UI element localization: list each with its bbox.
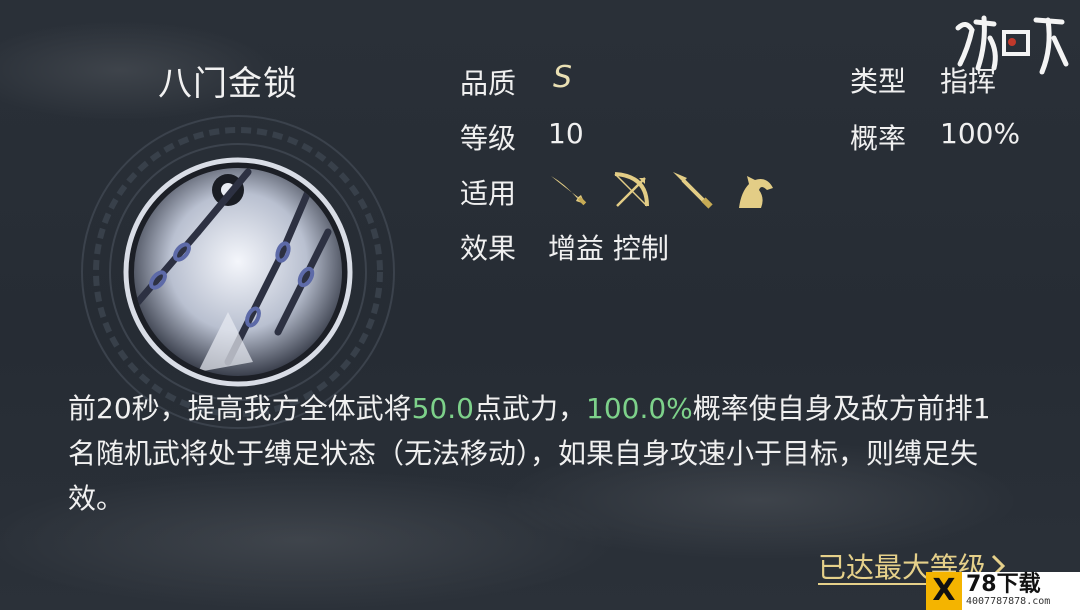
site-watermark: X 78下载 4007787878.com	[926, 572, 1080, 610]
skill-emblem-icon	[81, 115, 395, 429]
chance-value: 100%	[940, 117, 1021, 150]
type-label: 类型	[850, 65, 907, 98]
watermark-x-icon: X	[926, 572, 962, 610]
level-label: 等级	[460, 122, 517, 155]
quality-label: 品质	[460, 67, 517, 100]
applicable-units	[545, 168, 777, 214]
description-text-1: 前20秒，提高我方全体武将	[68, 392, 412, 425]
spear-icon	[673, 172, 713, 209]
skill-title: 八门金锁	[158, 64, 298, 104]
description-value-force: 50.0	[411, 392, 474, 425]
quality-value: S	[553, 60, 573, 95]
watermark-sub: 4007787878.com	[966, 596, 1051, 607]
game-logo-icon	[955, 15, 1069, 75]
description-text-2: 点武力，	[473, 392, 586, 425]
watermark-brand: 78下载	[966, 572, 1041, 597]
description-value-chance: 100.0%	[586, 392, 693, 425]
horse-icon	[739, 176, 773, 208]
skill-detail-panel: 八门金锁 品质 S 等级 10 适用 效果 增益 控制 类型 指挥 概率 100…	[0, 0, 1080, 610]
effect-value: 增益 控制	[548, 232, 669, 265]
chance-label: 概率	[850, 122, 907, 155]
effect-label: 效果	[460, 232, 517, 265]
level-value: 10	[548, 117, 584, 150]
sword-icon	[551, 176, 587, 206]
skill-description: 前20秒，提高我方全体武将50.0点武力，100.0%概率使自身及敌方前排1名随…	[68, 386, 1018, 521]
applicable-label: 适用	[460, 177, 517, 210]
bow-icon	[614, 172, 649, 207]
